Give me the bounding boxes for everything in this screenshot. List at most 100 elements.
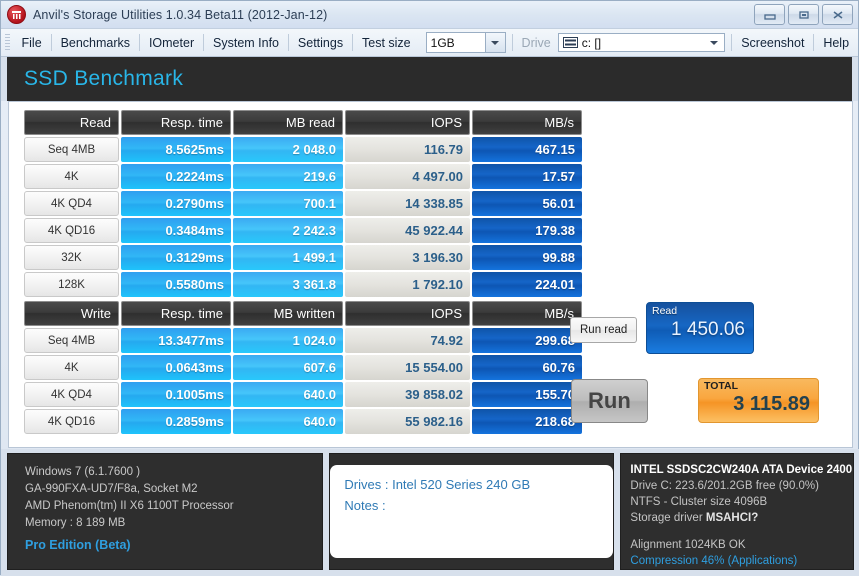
menu-item-screenshot[interactable]: Screenshot — [732, 32, 813, 54]
test-size-combo[interactable]: 1GB — [425, 32, 506, 53]
drive-info-panel: INTEL SSDSC2CW240A ATA Device 2400 Drive… — [620, 453, 854, 570]
row-iops: 39 858.02 — [345, 382, 470, 407]
read-col-iops: IOPS — [345, 110, 470, 135]
menu-item-system-info[interactable]: System Info — [204, 32, 288, 54]
row-mb: 2 048.0 — [233, 137, 343, 162]
row-resp: 0.3129ms — [121, 245, 231, 270]
drive-model: INTEL SSDSC2CW240A ATA Device 2400 — [630, 464, 853, 476]
table-row: Seq 4MB 8.5625ms 2 048.0 116.79 467.15 — [24, 137, 582, 162]
read-results-table: Read Resp. time MB read IOPS MB/s Seq 4M… — [22, 108, 584, 299]
row-label[interactable]: Seq 4MB — [24, 328, 119, 353]
table-row: 4K 0.0643ms 607.6 15 554.00 60.76 — [24, 355, 582, 380]
row-label[interactable]: 4K QD16 — [24, 409, 119, 434]
row-label[interactable]: 4K — [24, 164, 119, 189]
drive-value[interactable]: c: [] — [582, 36, 711, 50]
row-iops: 45 922.44 — [345, 218, 470, 243]
row-mb: 640.0 — [233, 382, 343, 407]
drive-alignment: Alignment 1024KB OK — [630, 539, 746, 551]
write-col-mbs: MB/s — [472, 301, 582, 326]
row-mbs: 155.70 — [472, 382, 582, 407]
test-size-dropdown-button[interactable] — [484, 33, 505, 52]
row-resp: 0.1005ms — [121, 382, 231, 407]
row-label[interactable]: 32K — [24, 245, 119, 270]
table-row: 4K QD4 0.2790ms 700.1 14 338.85 56.01 — [24, 191, 582, 216]
row-mb: 700.1 — [233, 191, 343, 216]
table-row: Seq 4MB 13.3477ms 1 024.0 74.92 299.68 — [24, 328, 582, 353]
row-mb: 1 499.1 — [233, 245, 343, 270]
menu-item-file[interactable]: File — [13, 32, 51, 54]
run-read-button[interactable]: Run read — [570, 317, 638, 343]
read-col-mbs: MB/s — [472, 110, 582, 135]
row-iops: 15 554.00 — [345, 355, 470, 380]
row-mbs: 218.68 — [472, 409, 582, 434]
read-col-mb: MB read — [233, 110, 343, 135]
row-iops: 74.92 — [345, 328, 470, 353]
drive-capacity: Drive C: 223.6/201.2GB free (90.0%) — [630, 480, 819, 492]
table-row: 128K 0.5580ms 3 361.8 1 792.10 224.01 — [24, 272, 582, 297]
menu-item-settings[interactable]: Settings — [289, 32, 352, 54]
toolbar-grip[interactable] — [5, 33, 10, 52]
drive-combo[interactable]: c: [] — [557, 33, 726, 52]
system-info-panel: Windows 7 (6.1.7600 ) GA-990FXA-UD7/F8a,… — [7, 453, 324, 570]
title-bar: Anvil's Storage Utilities 1.0.34 Beta11 … — [1, 1, 858, 29]
drive-label: Drive — [521, 35, 551, 50]
row-mb: 2 242.3 — [233, 218, 343, 243]
drive-icon — [562, 37, 578, 48]
system-cpu: AMD Phenom(tm) II X6 1100T Processor — [25, 500, 234, 512]
drive-compression: Compression 46% (Applications) — [630, 555, 798, 567]
row-label[interactable]: 4K QD4 — [24, 191, 119, 216]
row-iops: 4 497.00 — [345, 164, 470, 189]
menu-item-benchmarks[interactable]: Benchmarks — [52, 32, 139, 54]
notes-panel-frame: Drives : Intel 520 Series 240 GB Notes : — [329, 453, 615, 570]
row-mbs: 224.01 — [472, 272, 582, 297]
benchmark-header: SSD Benchmark — [1, 57, 858, 101]
write-results-table: Write Resp. time MB written IOPS MB/s Se… — [22, 299, 584, 436]
row-mb: 607.6 — [233, 355, 343, 380]
row-label[interactable]: 128K — [24, 272, 119, 297]
chevron-down-icon[interactable] — [710, 40, 719, 45]
notes-notes-line: Notes : — [344, 498, 386, 513]
row-iops: 14 338.85 — [345, 191, 470, 216]
drive-driver-label: Storage driver — [630, 512, 703, 524]
write-table-header: Write Resp. time MB written IOPS MB/s — [24, 301, 582, 326]
total-score-caption: TOTAL — [704, 380, 739, 392]
row-resp: 13.3477ms — [121, 328, 231, 353]
row-iops: 3 196.30 — [345, 245, 470, 270]
close-icon[interactable] — [822, 4, 853, 25]
window-title: Anvil's Storage Utilities 1.0.34 Beta11 … — [33, 7, 328, 22]
row-mb: 3 361.8 — [233, 272, 343, 297]
restore-icon[interactable] — [788, 4, 819, 25]
table-row: 4K QD16 0.2859ms 640.0 55 982.16 218.68 — [24, 409, 582, 434]
row-mbs: 17.57 — [472, 164, 582, 189]
minimize-icon[interactable] — [754, 4, 785, 25]
row-label[interactable]: 4K QD16 — [24, 218, 119, 243]
system-edition: Pro Edition (Beta) — [25, 538, 131, 552]
row-resp: 0.5580ms — [121, 272, 231, 297]
row-mb: 219.6 — [233, 164, 343, 189]
row-mbs: 60.76 — [472, 355, 582, 380]
bottom-bar: Windows 7 (6.1.7600 ) GA-990FXA-UD7/F8a,… — [1, 449, 859, 576]
read-col-resp: Resp. time — [121, 110, 231, 135]
menu-item-help[interactable]: Help — [814, 32, 858, 54]
row-iops: 116.79 — [345, 137, 470, 162]
row-label[interactable]: 4K QD4 — [24, 382, 119, 407]
row-resp: 0.2859ms — [121, 409, 231, 434]
notes-field[interactable]: Drives : Intel 520 Series 240 GB Notes : — [330, 465, 614, 558]
run-button[interactable]: Run — [571, 379, 648, 423]
menu-bar: File Benchmarks IOmeter System Info Sett… — [1, 29, 858, 57]
row-mbs: 299.68 — [472, 328, 582, 353]
row-resp: 0.0643ms — [121, 355, 231, 380]
menu-item-iometer[interactable]: IOmeter — [140, 32, 203, 54]
test-size-label: Test size — [362, 35, 411, 50]
notes-drives-line: Drives : Intel 520 Series 240 GB — [344, 477, 531, 492]
system-board: GA-990FXA-UD7/F8a, Socket M2 — [25, 483, 198, 495]
row-mbs: 179.38 — [472, 218, 582, 243]
row-resp: 0.2224ms — [121, 164, 231, 189]
row-label[interactable]: 4K — [24, 355, 119, 380]
test-size-value[interactable]: 1GB — [427, 36, 485, 50]
read-col-label: Read — [24, 110, 119, 135]
drive-driver-line: Storage driver MSAHCI? — [630, 510, 853, 526]
system-os: Windows 7 (6.1.7600 ) — [25, 466, 141, 478]
drive-driver-value: MSAHCI? — [705, 512, 759, 524]
row-label[interactable]: Seq 4MB — [24, 137, 119, 162]
